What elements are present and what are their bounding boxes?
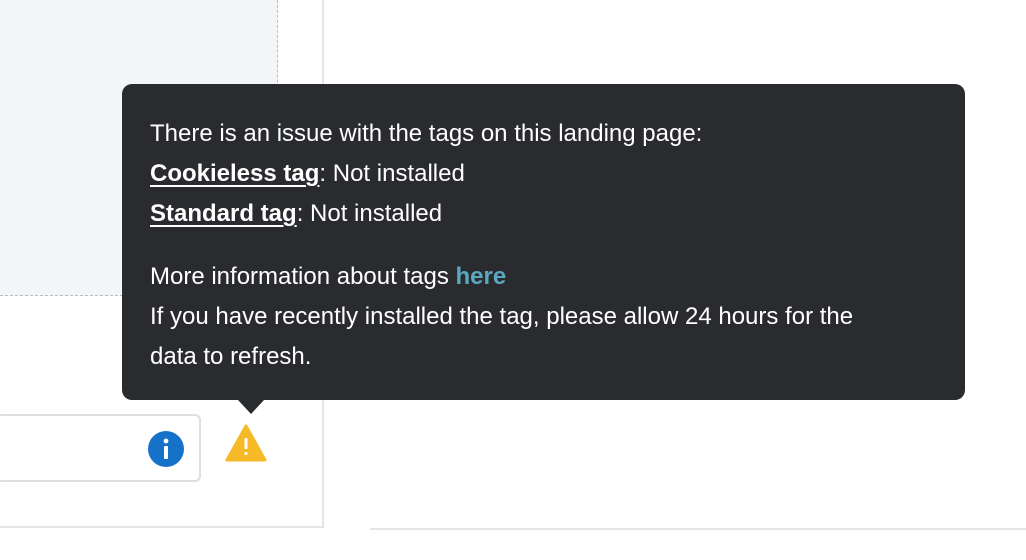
tooltip-intro: There is an issue with the tags on this … bbox=[150, 120, 703, 147]
more-info-row: More information about tags here bbox=[150, 257, 937, 297]
tag-issue-tooltip: There is an issue with the tags on this … bbox=[122, 84, 965, 414]
warning-icon[interactable] bbox=[225, 423, 267, 463]
standard-tag-label: Standard tag bbox=[150, 200, 297, 227]
more-info-text: More information about tags bbox=[150, 263, 456, 290]
tags-info-link[interactable]: here bbox=[456, 263, 507, 290]
cookieless-tag-label: Cookieless tag bbox=[150, 160, 320, 187]
tag-status-row: Standard tag: Not installed bbox=[150, 194, 937, 234]
info-icon[interactable] bbox=[148, 431, 184, 467]
cookieless-tag-status: : Not installed bbox=[319, 160, 465, 187]
refresh-note-line-2: data to refresh. bbox=[150, 343, 312, 370]
divider bbox=[370, 528, 1026, 530]
standard-tag-status: : Not installed bbox=[296, 200, 443, 227]
tooltip-arrow bbox=[238, 400, 264, 414]
tag-status-row: Cookieless tag: Not installed bbox=[150, 154, 937, 194]
refresh-note-line-1: If you have recently installed the tag, … bbox=[150, 303, 854, 330]
